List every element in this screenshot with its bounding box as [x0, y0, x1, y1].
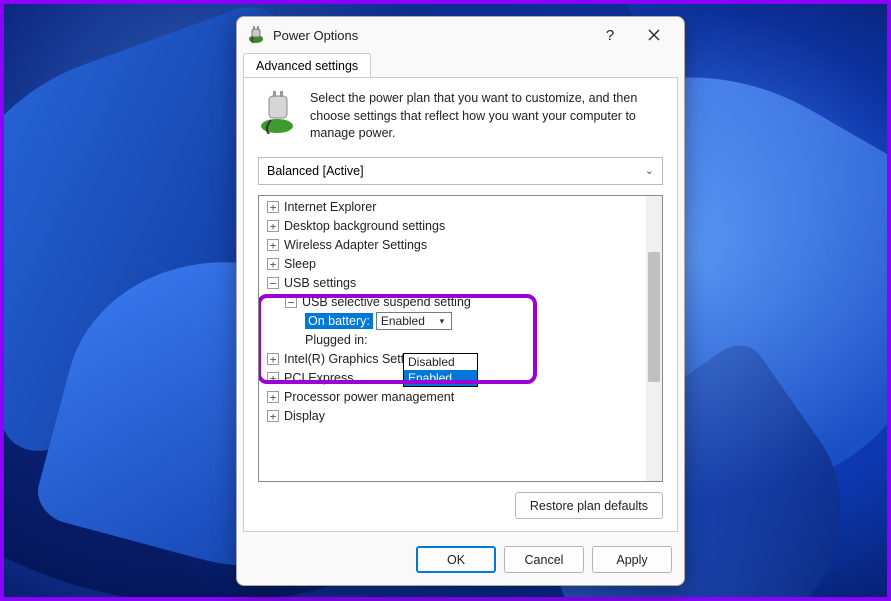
- dialog-description: Select the power plan that you want to c…: [310, 90, 663, 143]
- power-plan-select[interactable]: Balanced [Active] ⌄: [258, 157, 663, 185]
- collapse-icon[interactable]: −: [267, 277, 279, 289]
- dropdown-option-enabled[interactable]: Enabled: [404, 370, 477, 386]
- chevron-down-icon: ▾: [435, 316, 449, 327]
- expand-icon[interactable]: +: [267, 220, 279, 232]
- dialog-title: Power Options: [273, 28, 588, 43]
- on-battery-combo[interactable]: Enabled ▾: [376, 312, 452, 330]
- plugged-in-label: Plugged in:: [305, 333, 368, 347]
- power-plan-value: Balanced [Active]: [267, 164, 364, 178]
- power-options-dialog: Power Options ? Advanced settings Select…: [236, 16, 685, 586]
- cancel-button[interactable]: Cancel: [504, 546, 584, 573]
- titlebar: Power Options ?: [237, 17, 684, 53]
- tab-body: Select the power plan that you want to c…: [243, 77, 678, 532]
- tabstrip: Advanced settings: [237, 52, 684, 77]
- dialog-buttons: OK Cancel Apply: [237, 538, 684, 585]
- tree-item-sleep[interactable]: +Sleep: [263, 255, 646, 274]
- tree-item-display[interactable]: +Display: [263, 407, 646, 426]
- scrollbar-thumb[interactable]: [648, 252, 660, 382]
- apply-button[interactable]: Apply: [592, 546, 672, 573]
- tree-item-processor-power[interactable]: +Processor power management: [263, 388, 646, 407]
- expand-icon[interactable]: +: [267, 201, 279, 213]
- close-button[interactable]: [632, 20, 676, 50]
- expand-icon[interactable]: +: [267, 353, 279, 365]
- expand-icon[interactable]: +: [267, 372, 279, 384]
- settings-tree: +Internet Explorer +Desktop background s…: [258, 195, 663, 483]
- tree-item-wireless-adapter[interactable]: +Wireless Adapter Settings: [263, 236, 646, 255]
- expand-icon[interactable]: +: [267, 258, 279, 270]
- tree-item-on-battery[interactable]: On battery: Enabled ▾: [263, 312, 646, 331]
- expand-icon[interactable]: +: [267, 239, 279, 251]
- expand-icon[interactable]: +: [267, 391, 279, 403]
- ok-button[interactable]: OK: [416, 546, 496, 573]
- on-battery-label: On battery:: [305, 313, 373, 329]
- tree-item-internet-explorer[interactable]: +Internet Explorer: [263, 198, 646, 217]
- help-button[interactable]: ?: [588, 20, 632, 50]
- expand-icon[interactable]: +: [267, 410, 279, 422]
- tree-scrollbar[interactable]: [646, 196, 662, 482]
- power-options-icon: [247, 26, 265, 44]
- chevron-down-icon: ⌄: [645, 164, 654, 177]
- dropdown-option-disabled[interactable]: Disabled: [404, 354, 477, 370]
- tab-advanced-settings[interactable]: Advanced settings: [243, 53, 371, 78]
- collapse-icon[interactable]: −: [285, 296, 297, 308]
- restore-defaults-button[interactable]: Restore plan defaults: [515, 492, 663, 519]
- battery-plug-icon: [258, 90, 300, 143]
- on-battery-dropdown-list: Disabled Enabled: [403, 353, 478, 387]
- tree-item-desktop-background[interactable]: +Desktop background settings: [263, 217, 646, 236]
- tree-item-plugged-in[interactable]: Plugged in:: [263, 331, 646, 350]
- tree-item-usb-selective-suspend[interactable]: −USB selective suspend setting: [263, 293, 646, 312]
- tree-item-usb-settings[interactable]: −USB settings: [263, 274, 646, 293]
